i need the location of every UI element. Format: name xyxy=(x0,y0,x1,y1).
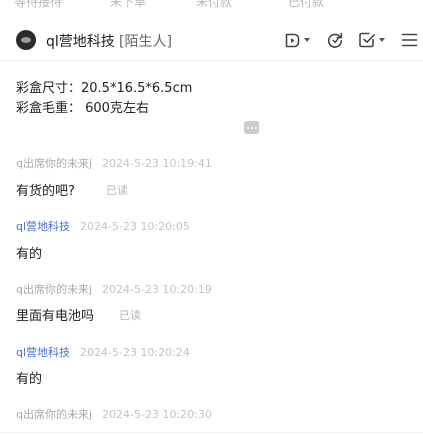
order-dropdown-button[interactable] xyxy=(358,28,385,52)
message-meta: q出席你的未来j 2024-5-23 10:20:19 xyxy=(16,281,212,297)
message-meta: q出席你的未来j 2024-5-23 10:19:41 xyxy=(16,155,212,171)
contact-name[interactable]: ql营地科技 xyxy=(46,31,115,51)
order-check-icon xyxy=(359,32,375,48)
avatar[interactable] xyxy=(16,30,36,50)
read-status: 已读 xyxy=(106,184,128,197)
top-tab-strip: 等待接待 未下单 未付款 已付款 xyxy=(0,0,423,8)
message-sender[interactable]: ql营地科技 xyxy=(16,220,70,233)
message-time: 2024-5-23 10:19:41 xyxy=(102,157,212,170)
transfer-button[interactable] xyxy=(326,28,344,52)
message-text: 有的 xyxy=(16,247,43,262)
product-box-size: 彩盒尺寸：20.5*16.5*6.5cm xyxy=(16,81,193,96)
message-meta: ql营地科技 2024-5-23 10:20:24 xyxy=(16,344,190,360)
contact-tag: [陌生人] xyxy=(119,34,172,50)
menu-button[interactable] xyxy=(401,28,418,52)
video-dropdown-button[interactable] xyxy=(284,28,310,52)
message-meta: ql营地科技 2024-5-23 10:20:05 xyxy=(16,218,190,234)
message-time: 2024-5-23 10:20:05 xyxy=(80,220,190,233)
chevron-down-icon xyxy=(379,38,385,42)
tab-waiting[interactable]: 等待接待 xyxy=(14,0,62,8)
tab-unpaid[interactable]: 未付款 xyxy=(196,0,232,8)
message-text: 有的 xyxy=(16,372,43,387)
message-time: 2024-5-23 10:20:19 xyxy=(102,283,212,296)
transfer-icon xyxy=(327,32,343,48)
message-text: 里面有电池吗 xyxy=(16,309,95,324)
read-status: 已读 xyxy=(119,309,141,322)
message-sender[interactable]: q出席你的未来j xyxy=(16,157,92,170)
menu-icon xyxy=(401,33,418,47)
message-meta: q出席你的未来j 2024-5-23 10:20:30 xyxy=(16,406,212,422)
chat-header: ql营地科技 [陌生人] xyxy=(0,20,423,61)
more-options-icon[interactable] xyxy=(244,121,259,134)
divider xyxy=(0,432,423,433)
chevron-down-icon xyxy=(304,38,310,42)
chat-window: 等待接待 未下单 未付款 已付款 ql营地科技 [陌生人] 彩盒尺寸：20.5*… xyxy=(0,0,423,435)
video-icon xyxy=(285,33,300,47)
message-sender[interactable]: ql营地科技 xyxy=(16,346,70,359)
message-sender[interactable]: q出席你的未来j xyxy=(16,408,92,421)
message-text: 有货的吧? xyxy=(16,184,75,199)
product-box-weight: 彩盒毛重： 600克左右 xyxy=(16,101,149,116)
message-time: 2024-5-23 10:20:24 xyxy=(80,346,190,359)
tab-no-order[interactable]: 未下单 xyxy=(110,0,146,8)
message-sender[interactable]: q出席你的未来j xyxy=(16,283,92,296)
tab-paid[interactable]: 已付款 xyxy=(288,0,324,8)
message-time: 2024-5-23 10:20:30 xyxy=(102,408,212,421)
